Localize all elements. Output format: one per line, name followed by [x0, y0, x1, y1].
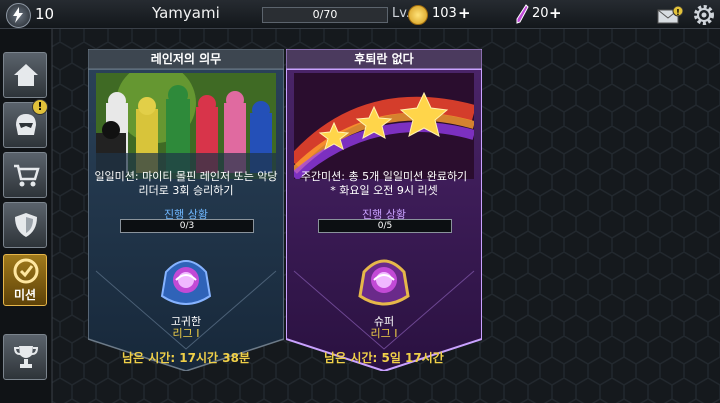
mission-title: 레인저의 의무	[150, 52, 222, 66]
time-remaining: 남은 시간: 17시간 38분	[121, 351, 250, 365]
gem-count: 20	[532, 6, 549, 21]
mission-description: 일일미션: 마이티 몰핀 레인저 또는 악당 리더로 3회 승리하기	[94, 170, 278, 197]
lightning-icon	[13, 7, 23, 23]
xp-bar: 0/70	[262, 7, 388, 23]
username: Yamyami	[152, 4, 220, 22]
sidebar-item-home[interactable]	[3, 52, 47, 98]
progress-bar: 0/3	[120, 219, 254, 233]
rangers-artwork	[96, 73, 276, 179]
top-bar: 10 Yamyami 0/70 Lv. 1 103 + 20 + !	[0, 0, 720, 29]
mission-reset-note: * 화요일 오전 9시 리셋	[330, 184, 438, 197]
stars-artwork	[294, 73, 474, 179]
sidebar-item-rangers[interactable]: !	[3, 99, 48, 148]
time-remaining: 남은 시간: 5일 17시간	[324, 351, 444, 365]
coin-count: 103	[432, 6, 457, 21]
player-level: 10	[35, 5, 55, 23]
progress-text: 0/5	[377, 221, 393, 231]
reward-league: 리그 I	[172, 327, 200, 340]
noble-reward-chest-icon	[160, 260, 212, 305]
add-gems-button[interactable]: +	[549, 6, 562, 21]
ranger-helmet-icon	[16, 114, 36, 135]
mission-card-weekly[interactable]: 후퇴란 없다 주간미션: 총 5개 일일미션 완료하기 * 화요일 오전 9시 …	[286, 49, 482, 371]
player-level-badge[interactable]	[6, 3, 31, 28]
progress-text: 0/3	[179, 221, 195, 231]
crystal-icon	[516, 4, 529, 24]
alert-badge: !	[32, 99, 48, 115]
progress-bar: 0/5	[318, 219, 452, 233]
sidebar-item-trophy[interactable]	[3, 334, 47, 380]
shield-icon	[15, 213, 37, 237]
sidebar-item-shield[interactable]	[3, 202, 47, 248]
cart-icon	[14, 164, 40, 187]
svg-text:!: !	[676, 8, 680, 17]
mail-icon[interactable]: !	[657, 6, 683, 24]
reward-league: 리그 I	[370, 327, 398, 340]
missions-icon	[13, 258, 39, 284]
mission-description: 주간미션: 총 5개 일일미션 완료하기 * 화요일 오전 9시 리셋	[292, 170, 476, 198]
gear-icon[interactable]	[692, 3, 716, 27]
trophy-icon	[13, 346, 39, 368]
coin-icon	[408, 5, 428, 25]
sidebar-item-missions[interactable]: 미션	[3, 254, 47, 306]
super-reward-chest-icon	[358, 259, 410, 306]
sidebar-item-label: 미션	[13, 288, 37, 302]
mission-description-main: 주간미션: 총 5개 일일미션 완료하기	[300, 170, 468, 183]
home-icon	[14, 64, 38, 86]
sidebar-item-shop[interactable]	[3, 152, 47, 198]
xp-text: 0/70	[312, 8, 338, 21]
mission-card-daily[interactable]: 레인저의 의무 일일미션: 마이티 몰핀 레인저 또는 악당 리더로 3회 승리…	[88, 49, 284, 371]
add-coins-button[interactable]: +	[458, 6, 471, 21]
mission-title: 후퇴란 없다	[354, 52, 414, 66]
